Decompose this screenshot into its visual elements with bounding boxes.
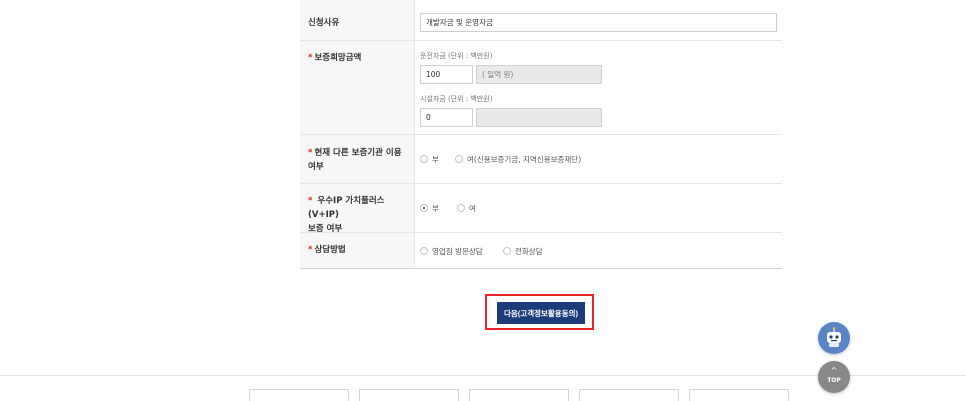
required-mark: * bbox=[308, 53, 313, 63]
radio-circle-icon bbox=[455, 155, 463, 163]
radio-circle-icon bbox=[420, 155, 428, 163]
option-label: 여 bbox=[469, 203, 476, 213]
other-guarantee-label: * 현재 다른 보증기관 이용여부 bbox=[308, 146, 412, 174]
operating-fund-caption: 운전자금 (단위 : 백만원) bbox=[420, 52, 493, 60]
radio-circle-icon bbox=[420, 247, 428, 255]
chatbot-robot-icon bbox=[827, 327, 841, 347]
other-guarantee-label-line1: 현재 다른 보증기관 이용 bbox=[314, 148, 402, 158]
vip-guarantee-label: * 우수IP 가치플러스(V+IP) 보증 여부 bbox=[308, 194, 412, 236]
option-label: 부 bbox=[432, 154, 439, 164]
other-guarantee-option-no[interactable]: 부 bbox=[420, 153, 439, 165]
reason-input[interactable]: 개발자금 및 운영자금 bbox=[420, 13, 777, 32]
amount-label-text: 보증희망금액 bbox=[314, 53, 362, 63]
footer-select[interactable] bbox=[359, 389, 459, 401]
facility-fund-input[interactable]: 0 bbox=[420, 108, 473, 127]
vip-label-line1: 우수IP 가치플러스(V+IP) bbox=[308, 196, 385, 220]
chatbot-button[interactable] bbox=[818, 322, 850, 354]
operating-fund-input[interactable]: 100 bbox=[420, 65, 473, 84]
scroll-top-button[interactable]: ^ TOP bbox=[818, 361, 850, 393]
option-label: 부 bbox=[432, 203, 439, 213]
chevron-up-icon: ^ bbox=[830, 366, 838, 375]
row-divider bbox=[300, 183, 782, 184]
vip-option-no[interactable]: 부 bbox=[420, 202, 439, 214]
operating-fund-korean-readout: ( 일억 원) bbox=[476, 65, 602, 84]
required-mark: * bbox=[308, 245, 313, 255]
footer-select[interactable] bbox=[249, 389, 349, 401]
application-form-table: 신청사유 개발자금 및 운영자금 * 보증희망금액 운전자금 (단위 : 백만원)… bbox=[300, 0, 782, 269]
option-label: 전화상담 bbox=[515, 246, 543, 256]
footer-select[interactable] bbox=[689, 389, 789, 401]
consult-method-label: * 상담방법 bbox=[308, 243, 412, 257]
required-mark: * bbox=[308, 196, 313, 206]
vip-option-yes[interactable]: 여 bbox=[457, 202, 476, 214]
facility-fund-caption: 시설자금 (단위 : 백만원) bbox=[420, 95, 493, 103]
amount-label: * 보증희망금액 bbox=[308, 51, 412, 65]
top-label: TOP bbox=[827, 377, 841, 384]
radio-circle-icon bbox=[503, 247, 511, 255]
option-label: 여(신용보증기금, 지역신용보증재단) bbox=[467, 154, 582, 164]
consult-option-visit[interactable]: 영업점 방문상담 bbox=[420, 245, 483, 257]
facility-fund-korean-readout bbox=[476, 108, 602, 127]
next-consent-button[interactable]: 다음(고객정보활용동의) bbox=[497, 302, 585, 324]
consult-label-text: 상담방법 bbox=[314, 245, 346, 255]
other-guarantee-label-line2: 여부 bbox=[308, 162, 324, 172]
other-guarantee-option-yes[interactable]: 여(신용보증기금, 지역신용보증재단) bbox=[455, 153, 581, 165]
radio-checked-icon bbox=[420, 204, 428, 212]
row-divider bbox=[300, 40, 782, 41]
vip-label-line2: 보증 여부 bbox=[308, 224, 343, 234]
footer-select[interactable] bbox=[579, 389, 679, 401]
radio-circle-icon bbox=[457, 204, 465, 212]
required-mark: * bbox=[308, 148, 313, 158]
option-label: 영업점 방문상담 bbox=[432, 246, 483, 256]
consult-option-phone[interactable]: 전화상담 bbox=[503, 245, 543, 257]
footer-select[interactable] bbox=[469, 389, 569, 401]
reason-label: 신청사유 bbox=[308, 18, 340, 28]
row-divider bbox=[300, 134, 782, 135]
